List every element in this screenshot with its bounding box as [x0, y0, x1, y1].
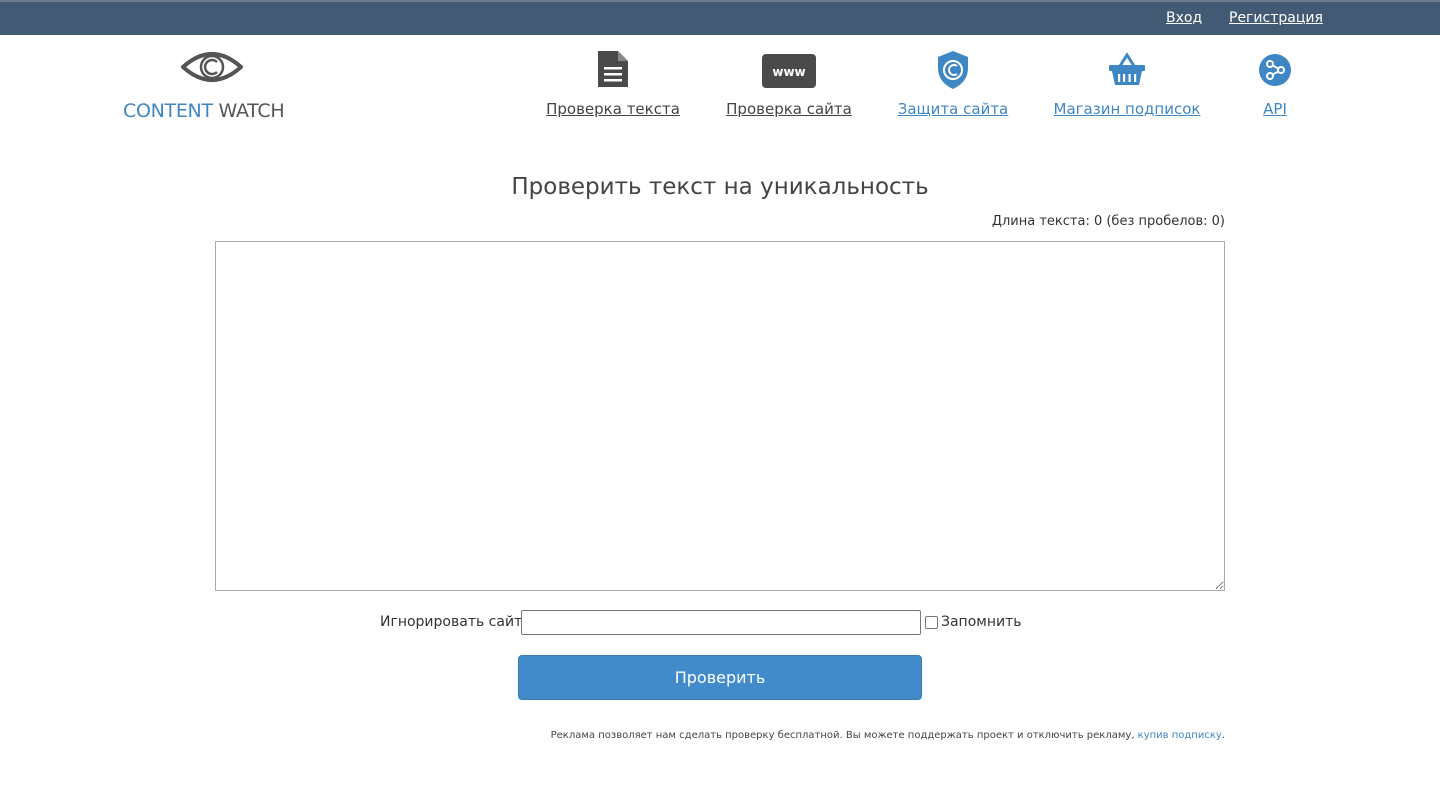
svg-text:www: www [772, 65, 805, 79]
nav-api-label: API [1263, 100, 1287, 118]
api-icon [1259, 54, 1291, 90]
buy-subscription-link[interactable]: купив подписку [1138, 730, 1222, 741]
document-icon [597, 50, 629, 92]
logo-word-content: CONTENT [123, 100, 213, 122]
ignore-site-input[interactable] [521, 610, 921, 635]
check-button[interactable]: Проверить [518, 655, 922, 700]
top-bar: Вход Регистрация [0, 0, 1440, 35]
ignore-site-label: Игнорировать сайт: [380, 614, 527, 630]
nav-site-protection-label: Защита сайта [897, 100, 1009, 118]
nav-text-check-label: Проверка текста [546, 100, 680, 118]
text-input-area[interactable] [215, 241, 1225, 591]
nav-site-check-label: Проверка сайта [726, 100, 852, 118]
www-icon: www [762, 54, 816, 92]
text-length-counter: Длина текста: 0 (без пробелов: 0) [991, 214, 1225, 229]
logo-text: CONTENT WATCH [123, 100, 285, 122]
login-link[interactable]: Вход [1166, 10, 1202, 26]
site-logo[interactable]: CONTENT WATCH [123, 47, 303, 127]
ad-notice-end: . [1221, 730, 1225, 741]
ad-notice: Реклама позволяет нам сделать проверку б… [551, 730, 1225, 741]
register-link[interactable]: Регистрация [1229, 10, 1323, 26]
shield-copyright-icon [936, 50, 970, 94]
eye-copyright-icon [180, 47, 244, 93]
logo-word-watch: WATCH [212, 100, 285, 122]
remember-checkbox[interactable] [925, 616, 938, 629]
ad-notice-text: Реклама позволяет нам сделать проверку б… [550, 730, 1138, 741]
remember-label[interactable]: Запомнить [941, 614, 1022, 630]
page-title: Проверить текст на уникальность [511, 174, 929, 200]
basket-icon [1108, 52, 1146, 90]
nav-subscription-shop-label: Магазин подписок [1053, 100, 1201, 118]
